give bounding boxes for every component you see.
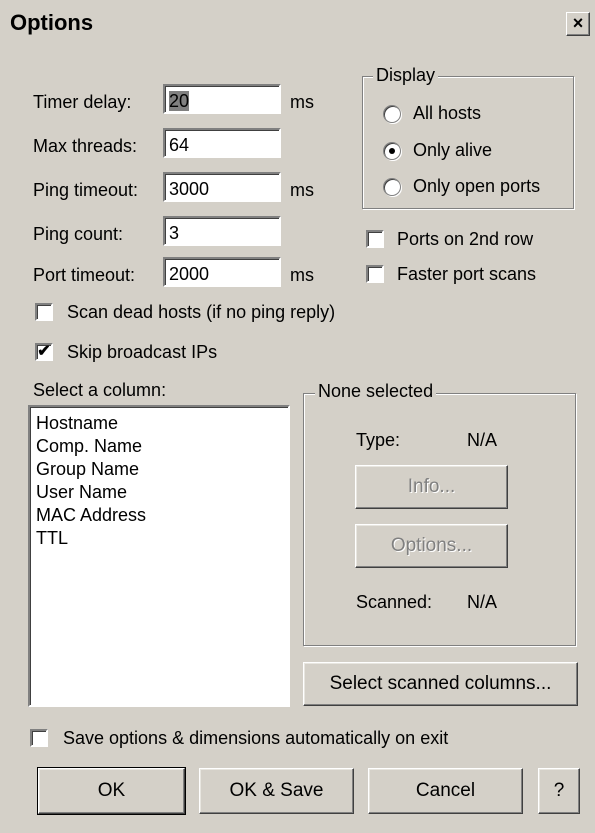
save-options-checkbox[interactable] — [30, 729, 48, 747]
close-button[interactable]: × — [566, 12, 590, 36]
ok-button[interactable]: OK — [37, 767, 186, 815]
list-item[interactable]: MAC Address — [36, 505, 146, 526]
scan-dead-hosts-label[interactable]: Scan dead hosts (if no ping reply) — [67, 302, 335, 323]
scanned-label: Scanned: — [356, 592, 433, 612]
save-options-label[interactable]: Save options & dimensions automatically … — [63, 728, 448, 749]
column-listbox[interactable]: Hostname Comp. Name Group Name User Name… — [28, 405, 290, 707]
radio-selected-dot — [389, 148, 395, 154]
help-button[interactable]: ? — [538, 768, 580, 814]
select-scanned-columns-button[interactable]: Select scanned columns... — [303, 662, 578, 706]
options-button[interactable]: Options... — [355, 524, 508, 568]
cancel-button[interactable]: Cancel — [368, 768, 523, 814]
list-item[interactable]: Comp. Name — [36, 436, 142, 457]
scan-dead-hosts-checkbox[interactable] — [35, 303, 53, 321]
ports-2nd-row-label[interactable]: Ports on 2nd row — [397, 229, 533, 250]
title-bar: Options × — [0, 0, 595, 46]
skip-broadcast-label[interactable]: Skip broadcast IPs — [67, 342, 217, 363]
ok-save-button[interactable]: OK & Save — [199, 768, 354, 814]
list-item[interactable]: Hostname — [36, 413, 118, 434]
port-timeout-input[interactable]: 2000 — [163, 257, 281, 287]
list-item[interactable]: Group Name — [36, 459, 139, 480]
radio-all-hosts[interactable] — [383, 105, 401, 123]
scanned-value: N/A — [467, 592, 498, 612]
timer-delay-label: Timer delay: — [33, 92, 132, 112]
column-info-group — [303, 393, 576, 646]
close-icon: × — [572, 13, 584, 33]
display-legend: Display — [373, 65, 439, 86]
ping-timeout-label: Ping timeout: — [33, 180, 139, 200]
ports-2nd-row-checkbox[interactable] — [366, 230, 384, 248]
info-button[interactable]: Info... — [355, 465, 508, 509]
window-title: Options — [10, 10, 94, 35]
ping-count-input[interactable]: 3 — [163, 216, 281, 246]
ping-timeout-input[interactable]: 3000 — [163, 172, 281, 202]
timer-delay-input[interactable]: 20 — [163, 84, 281, 114]
radio-only-alive-label[interactable]: Only alive — [413, 140, 492, 161]
radio-only-open-ports[interactable] — [383, 178, 401, 196]
radio-only-open-ports-label[interactable]: Only open ports — [413, 176, 540, 197]
radio-only-alive[interactable] — [383, 142, 401, 160]
type-label: Type: — [356, 430, 401, 450]
max-threads-label: Max threads: — [33, 136, 138, 156]
list-item[interactable]: User Name — [36, 482, 127, 503]
type-value: N/A — [467, 430, 498, 450]
checkmark-icon: ✔ — [37, 343, 51, 360]
select-column-label: Select a column: — [33, 380, 167, 400]
faster-port-scans-label[interactable]: Faster port scans — [397, 264, 536, 285]
port-timeout-label: Port timeout: — [33, 265, 136, 285]
faster-port-scans-checkbox[interactable] — [366, 265, 384, 283]
skip-broadcast-checkbox[interactable]: ✔ — [35, 343, 53, 361]
max-threads-input[interactable]: 64 — [163, 128, 281, 158]
radio-all-hosts-label[interactable]: All hosts — [413, 103, 481, 124]
list-item[interactable]: TTL — [36, 528, 68, 549]
column-info-legend: None selected — [315, 381, 437, 402]
timer-delay-unit: ms — [290, 92, 314, 112]
ping-timeout-unit: ms — [290, 180, 314, 200]
ping-count-label: Ping count: — [33, 224, 124, 244]
port-timeout-unit: ms — [290, 265, 314, 285]
